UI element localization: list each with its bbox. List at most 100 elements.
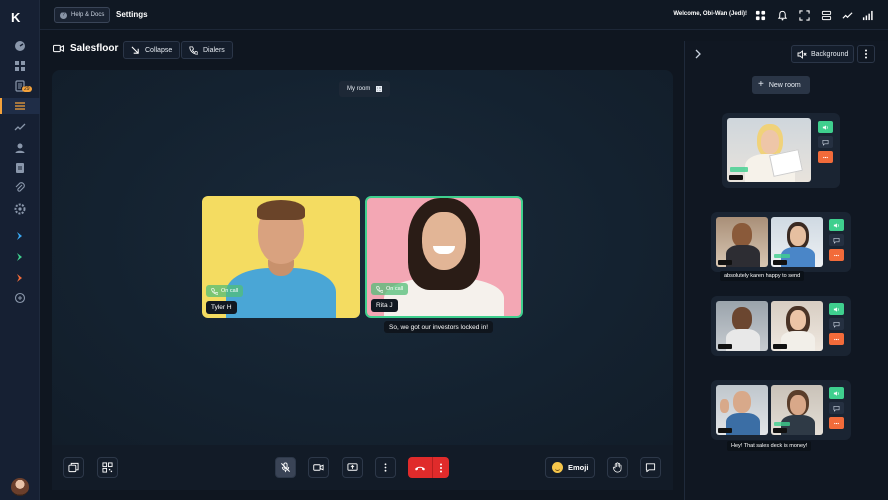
notifications-button[interactable] — [776, 9, 788, 21]
listen-button[interactable] — [829, 219, 844, 231]
sidebar-item-flow-orange[interactable] — [13, 271, 27, 285]
whisper-button[interactable] — [829, 249, 844, 261]
sidebar-item-analytics[interactable] — [13, 120, 27, 134]
whisper-button[interactable] — [829, 333, 844, 345]
server-button[interactable] — [820, 9, 832, 21]
sidebar-item-reports[interactable] — [13, 161, 27, 175]
rooms-panel: Background + New room absolutely karen h… — [684, 41, 888, 500]
video-tile-rita[interactable]: On call Rita J — [365, 196, 523, 318]
end-call-options[interactable] — [433, 457, 449, 478]
plus-circle-icon — [14, 292, 26, 304]
new-room-button[interactable]: + New room — [752, 76, 810, 94]
hang-up-icon — [415, 466, 425, 470]
dots-icon — [823, 156, 828, 158]
whisper-button[interactable] — [818, 151, 833, 163]
message-button[interactable] — [829, 234, 844, 246]
sidebar-item-attachments[interactable] — [13, 181, 27, 195]
on-call-tag — [774, 422, 790, 426]
settings-link[interactable]: Settings — [116, 10, 148, 19]
hang-up-segment[interactable] — [408, 457, 433, 478]
speaker-icon — [833, 390, 839, 396]
emoji-button[interactable]: Emoji — [545, 457, 595, 478]
message-button[interactable] — [829, 318, 844, 330]
sidebar-item-flow-green[interactable] — [13, 250, 27, 264]
speaker-icon — [833, 306, 839, 312]
on-call-label: On call — [386, 286, 404, 292]
sidebar-item-add[interactable] — [13, 291, 27, 305]
chevron-blue-icon — [17, 232, 22, 240]
share-screen-button[interactable] — [342, 457, 363, 478]
gear-icon — [14, 203, 26, 215]
top-bar: ? Help & Docs Settings Welcome, Obi-Wan … — [40, 0, 888, 30]
room-card[interactable] — [711, 212, 851, 272]
sidebar-item-salesfloor[interactable] — [13, 99, 27, 113]
user-icon — [15, 143, 25, 153]
bell-icon — [777, 10, 787, 21]
apps-grid-button[interactable] — [754, 9, 766, 21]
question-icon: ? — [60, 11, 67, 19]
book-shape — [769, 149, 803, 177]
mute-microphone-button[interactable] — [275, 457, 296, 478]
my-room-button[interactable]: My room — [339, 81, 391, 97]
fullscreen-button[interactable] — [798, 9, 810, 21]
panel-menu-button[interactable] — [857, 45, 875, 63]
qr-code-button[interactable] — [97, 457, 118, 478]
background-button[interactable]: Background — [791, 45, 854, 63]
collapse-button[interactable]: Collapse — [123, 41, 181, 59]
on-call-tag — [774, 254, 790, 258]
name-tag — [773, 344, 787, 349]
signal-bars-icon — [862, 10, 873, 20]
listen-button[interactable] — [818, 121, 833, 133]
phone-icon — [211, 287, 218, 295]
raise-hand-button[interactable] — [607, 457, 628, 478]
participant-thumbnail — [771, 301, 823, 351]
whisper-button[interactable] — [829, 417, 844, 429]
layers-icon — [68, 462, 79, 473]
collapse-label: Collapse — [145, 46, 173, 54]
qr-code-icon — [102, 462, 113, 473]
kebab-icon — [865, 49, 867, 59]
dialers-button[interactable]: Dialers — [181, 41, 233, 59]
chevron-right-icon[interactable] — [693, 49, 703, 59]
report-icon — [16, 163, 24, 173]
dots-icon — [834, 254, 839, 256]
chat-bubble-icon — [833, 321, 840, 328]
message-button[interactable] — [818, 136, 833, 148]
listen-button[interactable] — [829, 387, 844, 399]
end-call-button[interactable] — [408, 457, 449, 478]
sidebar-item-widgets[interactable] — [13, 59, 27, 73]
waving-hand-shape — [720, 399, 729, 413]
room-card[interactable] — [711, 380, 851, 440]
message-button[interactable] — [829, 402, 844, 414]
hair-shape — [257, 200, 305, 220]
participant-thumbnail — [771, 217, 823, 267]
trends-button[interactable] — [841, 9, 853, 21]
chat-bubble-icon — [833, 237, 840, 244]
help-docs-label: Help & Docs — [71, 12, 105, 18]
sidebar-item-contacts[interactable] — [13, 141, 27, 155]
help-docs-button[interactable]: ? Help & Docs — [54, 7, 111, 23]
participant-thumbnail — [716, 385, 768, 435]
user-avatar[interactable] — [11, 478, 29, 496]
gauge-icon — [15, 41, 25, 51]
face-shape — [733, 391, 751, 413]
video-tile-tyler[interactable]: On call Tyler H — [202, 196, 360, 318]
call-controls: Emoji — [52, 445, 673, 490]
listen-button[interactable] — [829, 303, 844, 315]
room-caption: absolutely karen happy to send — [720, 271, 805, 281]
picture-in-picture-button[interactable] — [63, 457, 84, 478]
room-card[interactable] — [722, 113, 840, 188]
chat-button[interactable] — [640, 457, 661, 478]
sidebar-item-dashboard[interactable] — [13, 39, 27, 53]
kebab-icon — [384, 463, 387, 472]
phone-icon — [189, 45, 198, 55]
sidebar-item-flow-blue[interactable] — [13, 229, 27, 243]
room-card[interactable] — [711, 296, 851, 356]
camera-button[interactable] — [308, 457, 329, 478]
apps-grid-icon — [755, 10, 765, 20]
my-room-label: My room — [347, 86, 371, 92]
more-options-button[interactable] — [375, 457, 396, 478]
sidebar-item-settings[interactable] — [13, 202, 27, 216]
signal-indicator — [861, 9, 873, 21]
collapse-arrow-icon — [131, 46, 139, 54]
